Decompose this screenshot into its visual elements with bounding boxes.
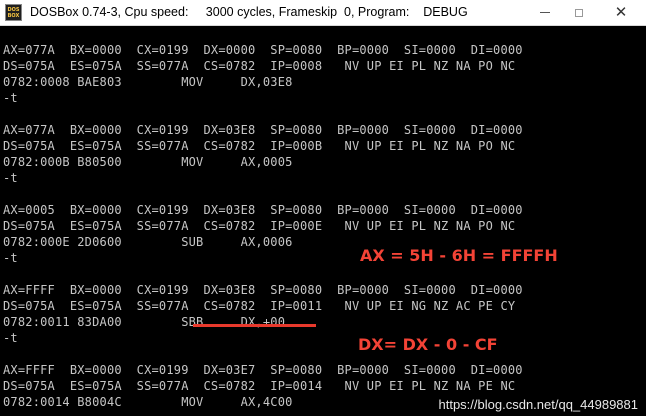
minimize-button[interactable] xyxy=(528,0,562,25)
terminal-line: AX=FFFF BX=0000 CX=0199 DX=03E7 SP=0080 … xyxy=(3,363,523,377)
dosbox-app-icon[interactable]: DOS BOX xyxy=(5,4,22,21)
terminal-screen[interactable]: AX=077A BX=0000 CX=0199 DX=0000 SP=0080 … xyxy=(0,26,646,416)
minimize-icon xyxy=(540,12,550,13)
terminal-line: DS=075A ES=075A SS=077A CS=0782 IP=0011 … xyxy=(3,299,516,313)
terminal-line: -t xyxy=(3,331,18,345)
app-icon-text-bottom: BOX xyxy=(7,12,20,19)
terminal-line: 0782:000B B80500 MOV AX,0005 xyxy=(3,155,293,169)
terminal-line: 0782:0014 B8004C MOV AX,4C00 xyxy=(3,395,293,409)
sbb-underline xyxy=(193,324,316,327)
maximize-button[interactable] xyxy=(562,0,596,25)
terminal-line: 0782:000E 2D0600 SUB AX,0006 xyxy=(3,235,293,249)
terminal-line: DS=075A ES=075A SS=077A CS=0782 IP=0008 … xyxy=(3,59,516,73)
maximize-icon xyxy=(575,8,583,17)
terminal-line: AX=FFFF BX=0000 CX=0199 DX=03E8 SP=0080 … xyxy=(3,283,523,297)
terminal-line: 0782:0008 BAE803 MOV DX,03E8 xyxy=(3,75,293,89)
window-title: DOSBox 0.74-3, Cpu speed: 3000 cycles, F… xyxy=(30,5,468,19)
title-bar[interactable]: DOS BOX DOSBox 0.74-3, Cpu speed: 3000 c… xyxy=(0,0,646,26)
terminal-line: -t xyxy=(3,251,18,265)
terminal-line: AX=077A BX=0000 CX=0199 DX=03E8 SP=0080 … xyxy=(3,123,523,137)
sub-annotation: AX = 5H - 6H = FFFFH xyxy=(360,246,558,265)
terminal-line: DS=075A ES=075A SS=077A CS=0782 IP=000E … xyxy=(3,219,516,233)
dosbox-window: DOS BOX DOSBox 0.74-3, Cpu speed: 3000 c… xyxy=(0,0,646,416)
terminal-line: DS=075A ES=075A SS=077A CS=0782 IP=000B … xyxy=(3,139,516,153)
terminal-line: 0782:0011 83DA00 SBB DX,+00 xyxy=(3,315,286,329)
terminal-line: AX=0005 BX=0000 CX=0199 DX=03E8 SP=0080 … xyxy=(3,203,523,217)
terminal-line: -t xyxy=(3,91,18,105)
terminal-line: DS=075A ES=075A SS=077A CS=0782 IP=0014 … xyxy=(3,379,516,393)
sbb-annotation: DX= DX - 0 - CF xyxy=(358,335,498,354)
close-icon: ✕ xyxy=(614,3,628,21)
close-button[interactable]: ✕ xyxy=(598,0,644,25)
terminal-line: -t xyxy=(3,171,18,185)
csdn-watermark: https://blog.csdn.net/qq_44989881 xyxy=(438,397,639,412)
terminal-line: AX=077A BX=0000 CX=0199 DX=0000 SP=0080 … xyxy=(3,43,523,57)
